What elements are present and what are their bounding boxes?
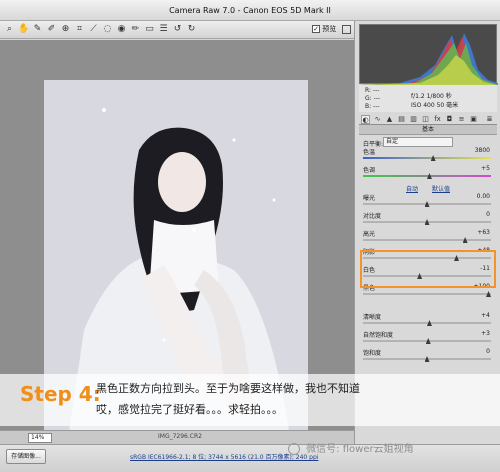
exposure-info: f/1.2 1/800 秒 [411,93,452,100]
slider-thumb[interactable] [462,237,468,243]
slider-thumb[interactable] [425,338,431,344]
slider-label: 自然饱和度 [363,332,394,339]
slider-track[interactable] [363,201,491,207]
slider-value[interactable]: 0 [460,348,490,355]
checkbox-mark: ✓ [312,25,320,33]
caption-line-1: 黑色正数方向拉到头。至于为啥要这样做，我也不知道 [96,382,360,395]
straighten-icon[interactable]: ⟋ [88,24,99,35]
tab-snapshots-icon[interactable]: ▣ [469,115,478,124]
wechat-icon [288,443,300,455]
tab-basic-icon[interactable]: ◐ [361,115,370,124]
slider-thumb[interactable] [486,291,491,297]
slider-track[interactable] [363,320,491,326]
slider-track[interactable] [363,173,491,179]
panel-menu-icon[interactable]: ≣ [485,115,494,124]
slider-label: 饱和度 [363,350,382,357]
file-name: IMG_7296.CR2 [158,433,202,440]
slider-value[interactable]: +3 [460,330,490,337]
iso-focal-info: ISO 400 50 毫米 [411,102,459,109]
camera-info: R: --- G: --- B: --- f/1.2 1/800 秒 ISO 4… [359,85,497,112]
whites-blacks-highlight [360,250,496,288]
slider-track[interactable] [363,219,491,225]
zoom-level-field[interactable]: 14% [28,433,52,443]
tab-effects-icon[interactable]: fx [433,115,442,124]
preview-checkbox[interactable]: ✓ 预览 [312,24,336,34]
hand-icon[interactable]: ✋ [18,24,29,35]
camera-raw-window: Camera Raw 7.0 - Canon EOS 5D Mark II ⌕ … [0,0,500,472]
white-balance-icon[interactable]: ✎ [32,24,43,35]
color-sampler-icon[interactable]: ✐ [46,24,57,35]
slider-thumb[interactable] [424,356,430,362]
slider-track[interactable] [363,155,491,161]
slider-value[interactable]: 0 [460,211,490,218]
list-icon[interactable]: ☰ [158,24,169,35]
save-image-button[interactable]: 存储图像... [6,449,46,464]
toolbar: ⌕ ✋ ✎ ✐ ⊕ ⌗ ⟋ ◌ ◉ ✏ ▭ ☰ ↺ ↻ ✓ 预览 [0,21,354,39]
spot-removal-icon[interactable]: ◌ [102,24,113,35]
default-link[interactable]: 默认值 [432,186,450,193]
auto-default-row: 自动 默认值 [355,184,500,193]
tab-presets-icon[interactable]: ≡ [457,115,466,124]
readout-r: R: --- [365,87,380,94]
slider-track[interactable] [363,291,491,297]
slider-thumb[interactable] [424,219,430,225]
panel-tabs: ◐ ∿ ▲ ▤ ▥ ◫ fx ◘ ≡ ▣ ≣ [359,114,497,125]
slider-label: 色调 [363,167,376,174]
slider-value[interactable]: 0.00 [460,193,490,200]
watermark: 微信号: flower云姐视角 [288,440,414,455]
crop-icon[interactable]: ⌗ [74,24,85,35]
rotate-right-icon[interactable]: ↻ [186,24,197,35]
rotate-left-icon[interactable]: ↺ [172,24,183,35]
tab-split-toning-icon[interactable]: ▥ [409,115,418,124]
auto-link[interactable]: 自动 [406,186,418,193]
readout-g: G: --- [365,95,381,102]
slider-track[interactable] [363,338,491,344]
slider-track[interactable] [363,356,491,362]
watermark-text: 微信号: flower云姐视角 [306,444,414,455]
fullscreen-icon[interactable] [342,25,351,34]
slider-thumb[interactable] [426,173,432,179]
slider-label: 色温 [363,149,376,156]
slider-value[interactable]: +5 [460,165,490,172]
slider-value[interactable]: +4 [460,312,490,319]
white-balance-select[interactable]: 自定 [383,137,453,147]
target-adjust-icon[interactable]: ⊕ [60,24,71,35]
slider-thumb[interactable] [426,320,432,326]
tab-tone-curve-icon[interactable]: ∿ [373,115,382,124]
caption-line-2: 哎，感觉拉完了挺好看。。。求轻拍。。。 [96,403,283,416]
bottom-bar: 存储图像... sRGB IEC61966-2.1; 8 位; 3744 x 5… [0,444,500,472]
slider-value[interactable]: +63 [460,229,490,236]
histogram [359,24,498,85]
slider-label: 对比度 [363,213,382,220]
window-title: Camera Raw 7.0 - Canon EOS 5D Mark II [0,0,500,21]
tab-camera-calibration-icon[interactable]: ◘ [445,115,454,124]
step-label: Step 4: [20,382,101,406]
preview-label: 预览 [322,25,337,33]
slider-value[interactable]: 3800 [460,147,490,154]
histogram-graph [360,33,498,85]
readout-b: B: --- [365,103,380,110]
tutorial-caption: Step 4: 黑色正数方向拉到头。至于为啥要这样做，我也不知道 哎，感觉拉完了… [0,374,500,426]
slider-thumb[interactable] [424,201,430,207]
red-eye-icon[interactable]: ◉ [116,24,127,35]
zoom-icon[interactable]: ⌕ [4,24,15,35]
slider-label: 高光 [363,231,376,238]
tab-hsl-icon[interactable]: ▤ [397,115,406,124]
slider-label: 曝光 [363,195,376,202]
slider-label: 清晰度 [363,314,382,321]
tab-lens-icon[interactable]: ◫ [421,115,430,124]
tab-detail-icon[interactable]: ▲ [385,115,394,124]
graduated-filter-icon[interactable]: ▭ [144,24,155,35]
slider-thumb[interactable] [430,155,436,161]
panel-title: 基本 [359,125,497,135]
slider-track[interactable] [363,237,491,243]
adjustment-brush-icon[interactable]: ✏ [130,24,141,35]
